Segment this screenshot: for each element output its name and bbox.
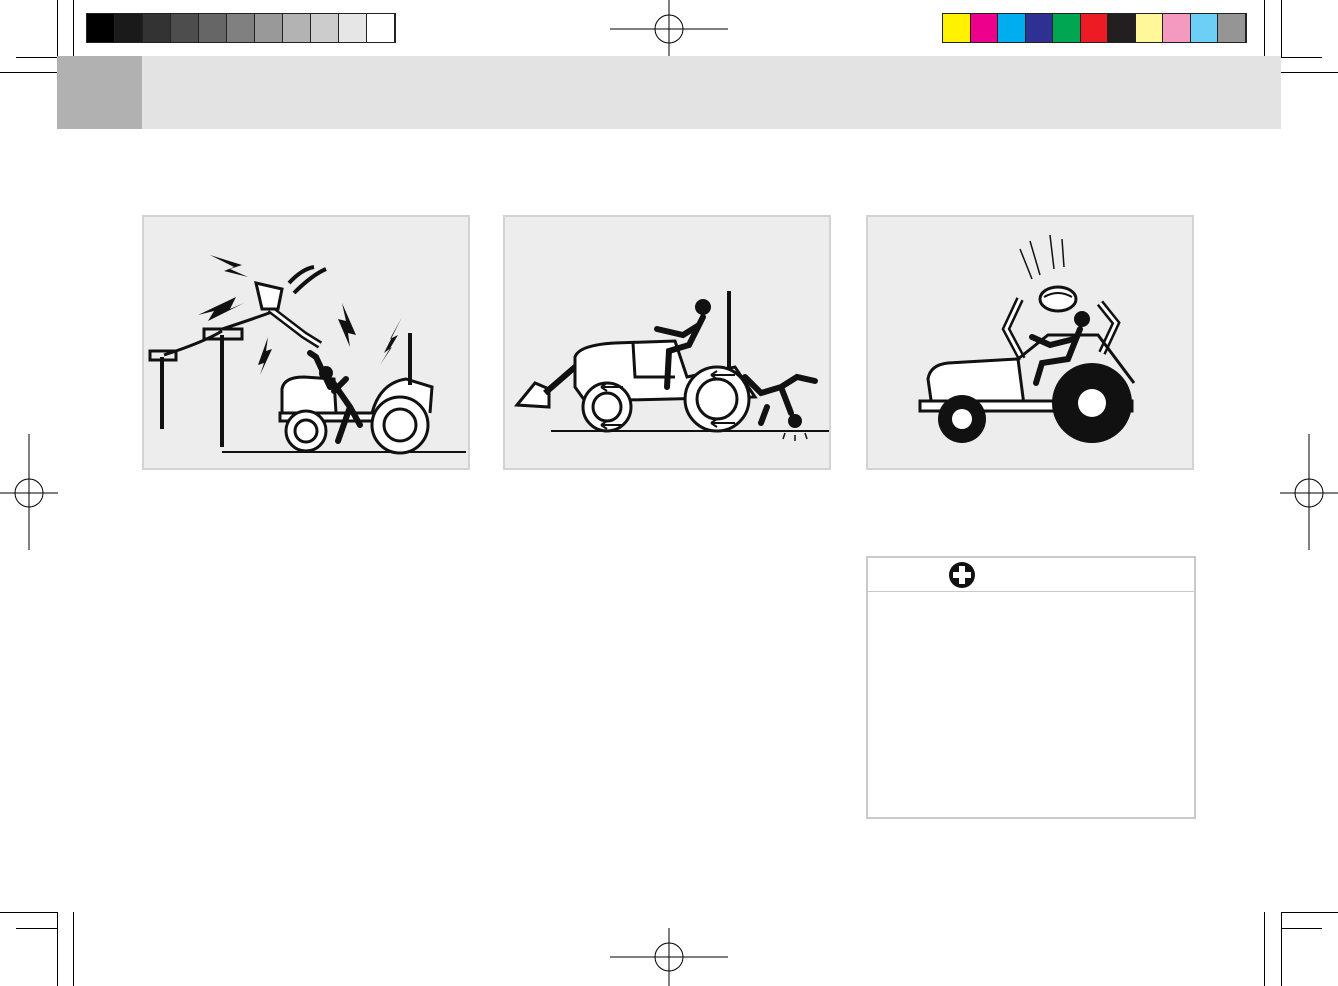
color-swatch [1025, 14, 1053, 42]
illustration-falling-object-hazard [866, 215, 1194, 470]
color-swatch [1190, 14, 1218, 42]
grayscale-swatch [199, 14, 227, 42]
grayscale-swatch [115, 14, 143, 42]
color-swatch [970, 14, 998, 42]
registration-mark-left [0, 434, 58, 550]
first-aid-box-header [868, 558, 1194, 592]
color-swatch [1135, 14, 1163, 42]
registration-mark-bottom [610, 928, 728, 986]
registration-mark-top [610, 0, 728, 58]
grayscale-swatch [87, 14, 115, 42]
color-swatch [1163, 14, 1191, 42]
color-swatch [998, 14, 1026, 42]
first-aid-box [866, 556, 1196, 819]
tractor-runover-illustration [513, 291, 829, 441]
page-header-tab [57, 56, 142, 129]
falling-object-illustration [918, 234, 1136, 443]
page-header-bar [57, 56, 1281, 129]
grayscale-swatch [283, 14, 311, 42]
grayscale-swatch [227, 14, 255, 42]
color-swatch [1080, 14, 1108, 42]
grayscale-swatch [311, 14, 339, 42]
grayscale-swatch [171, 14, 199, 42]
grayscale-swatch [255, 14, 283, 42]
registration-mark-right [1280, 434, 1338, 550]
illustration-power-line-hazard [142, 215, 470, 470]
electrocution-illustration [148, 255, 466, 455]
illustration-runover-hazard [503, 215, 831, 470]
color-swatch [1053, 14, 1081, 42]
grayscale-swatch [339, 14, 367, 42]
color-swatch [1108, 14, 1136, 42]
grayscale-swatch [143, 14, 171, 42]
first-aid-cross-icon [949, 562, 975, 588]
color-swatch [1218, 14, 1246, 42]
grayscale-swatch [367, 14, 395, 42]
color-swatch [943, 14, 971, 42]
